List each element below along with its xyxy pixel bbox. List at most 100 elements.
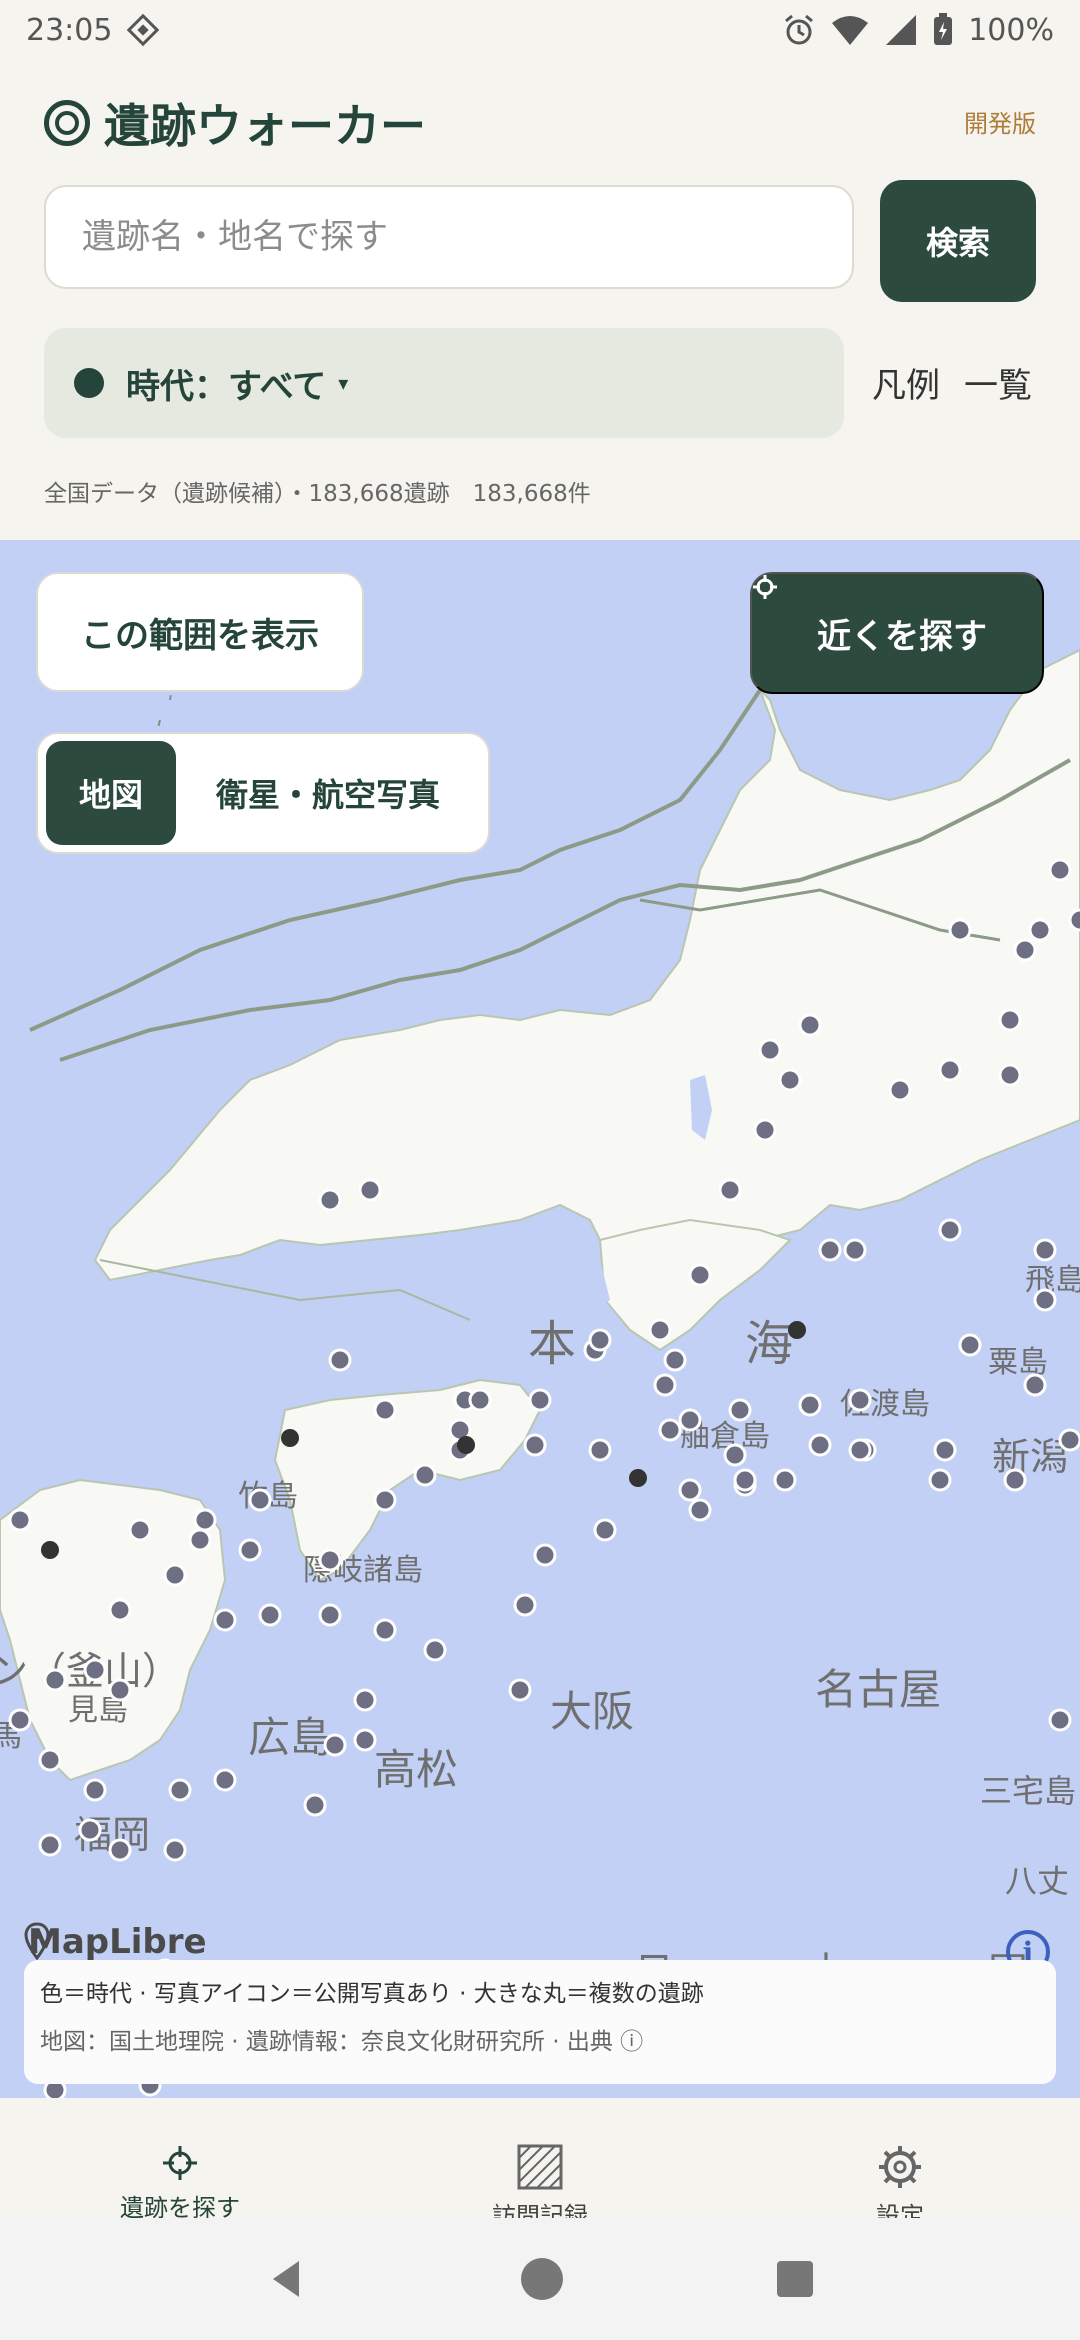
- site-marker[interactable]: [213, 1768, 237, 1792]
- site-marker[interactable]: [848, 1388, 872, 1412]
- site-marker[interactable]: [678, 1408, 702, 1432]
- site-marker[interactable]: [513, 1593, 537, 1617]
- site-marker[interactable]: [753, 1118, 777, 1142]
- site-marker[interactable]: [653, 1373, 677, 1397]
- site-marker[interactable]: [588, 1328, 612, 1352]
- home-icon[interactable]: [519, 2256, 565, 2302]
- site-marker[interactable]: [108, 1838, 132, 1862]
- site-marker[interactable]: [758, 1038, 782, 1062]
- nav-item-settings[interactable]: 設定: [720, 2098, 1080, 2230]
- search-button[interactable]: 検索: [880, 180, 1036, 302]
- site-marker[interactable]: [1048, 858, 1072, 882]
- site-marker[interactable]: [848, 1438, 872, 1462]
- list-link[interactable]: 一覧: [964, 358, 1032, 407]
- site-marker[interactable]: [303, 1793, 327, 1817]
- site-marker[interactable]: [998, 1063, 1022, 1087]
- site-marker[interactable]: [523, 1433, 547, 1457]
- site-marker[interactable]: [353, 1728, 377, 1752]
- nearby-button[interactable]: 近くを探す: [750, 572, 1044, 694]
- site-marker[interactable]: [1058, 1428, 1080, 1452]
- site-marker[interactable]: [358, 1178, 382, 1202]
- search-input[interactable]: [44, 185, 854, 289]
- site-marker[interactable]: [678, 1478, 702, 1502]
- site-marker[interactable]: [948, 918, 972, 942]
- site-marker[interactable]: [328, 1348, 352, 1372]
- site-marker[interactable]: [928, 1468, 952, 1492]
- site-marker[interactable]: [533, 1543, 557, 1567]
- site-marker[interactable]: [83, 1778, 107, 1802]
- site-marker[interactable]: [778, 1068, 802, 1092]
- site-marker[interactable]: [818, 1238, 842, 1262]
- site-marker[interactable]: [1028, 918, 1052, 942]
- site-marker[interactable]: [83, 1658, 107, 1682]
- site-marker[interactable]: [108, 1598, 132, 1622]
- site-marker[interactable]: [78, 1818, 102, 1842]
- site-marker[interactable]: [238, 1538, 262, 1562]
- site-marker[interactable]: [163, 1563, 187, 1587]
- site-marker[interactable]: [723, 1443, 747, 1467]
- era-filter-dropdown[interactable]: 時代：すべて ▾: [44, 328, 844, 438]
- site-marker[interactable]: [318, 1188, 342, 1212]
- site-marker[interactable]: [1033, 1288, 1057, 1312]
- site-marker[interactable]: [938, 1218, 962, 1242]
- site-marker[interactable]: [718, 1178, 742, 1202]
- layer-satellite-tab[interactable]: 衛星・航空写真: [176, 770, 480, 816]
- site-marker[interactable]: [38, 1833, 62, 1857]
- site-marker[interactable]: [373, 1618, 397, 1642]
- site-marker[interactable]: [318, 1548, 342, 1572]
- site-marker[interactable]: [688, 1498, 712, 1522]
- nav-item-visit-log[interactable]: 訪問記録: [360, 2098, 720, 2230]
- site-marker[interactable]: [38, 1748, 62, 1772]
- show-area-button[interactable]: この範囲を表示: [36, 572, 364, 692]
- site-marker[interactable]: [588, 1438, 612, 1462]
- site-marker[interactable]: [413, 1463, 437, 1487]
- site-marker[interactable]: [998, 1008, 1022, 1032]
- site-marker[interactable]: [193, 1508, 217, 1532]
- layer-map-tab[interactable]: 地図: [46, 741, 176, 845]
- site-marker[interactable]: [843, 1238, 867, 1262]
- site-marker[interactable]: [258, 1603, 282, 1627]
- site-marker[interactable]: [468, 1388, 492, 1412]
- site-marker[interactable]: [168, 1778, 192, 1802]
- site-marker[interactable]: [128, 1518, 152, 1542]
- site-marker[interactable]: [248, 1488, 272, 1512]
- recents-icon[interactable]: [775, 2259, 815, 2299]
- site-marker[interactable]: [888, 1078, 912, 1102]
- site-marker[interactable]: [213, 1608, 237, 1632]
- site-marker[interactable]: [508, 1678, 532, 1702]
- back-icon[interactable]: [265, 2257, 309, 2301]
- site-marker[interactable]: [1023, 1373, 1047, 1397]
- site-marker[interactable]: [658, 1418, 682, 1442]
- site-marker[interactable]: [108, 1678, 132, 1702]
- site-marker[interactable]: [318, 1603, 342, 1627]
- site-marker[interactable]: [8, 1708, 32, 1732]
- site-marker[interactable]: [528, 1388, 552, 1412]
- site-marker[interactable]: [958, 1333, 982, 1357]
- site-marker[interactable]: [798, 1393, 822, 1417]
- site-marker[interactable]: [733, 1468, 757, 1492]
- site-marker[interactable]: [663, 1348, 687, 1372]
- nav-item-search-sites[interactable]: 遺跡を探す: [0, 2098, 360, 2222]
- site-marker[interactable]: [1033, 1238, 1057, 1262]
- site-marker[interactable]: [773, 1468, 797, 1492]
- site-marker[interactable]: [1048, 1708, 1072, 1732]
- site-marker[interactable]: [323, 1733, 347, 1757]
- site-marker[interactable]: [1003, 1468, 1027, 1492]
- site-marker[interactable]: [648, 1318, 672, 1342]
- source-credits[interactable]: 地図：国土地理院 · 遺跡情報：奈良文化財研究所 · 出典 ⓘ: [40, 2022, 1040, 2056]
- site-marker[interactable]: [933, 1438, 957, 1462]
- site-marker[interactable]: [688, 1263, 712, 1287]
- site-marker[interactable]: [593, 1518, 617, 1542]
- site-marker[interactable]: [163, 1838, 187, 1862]
- site-marker[interactable]: [798, 1013, 822, 1037]
- site-marker[interactable]: [1068, 908, 1080, 932]
- site-marker[interactable]: [728, 1398, 752, 1422]
- site-marker[interactable]: [188, 1528, 212, 1552]
- site-marker[interactable]: [373, 1488, 397, 1512]
- site-marker[interactable]: [423, 1638, 447, 1662]
- site-marker[interactable]: [373, 1398, 397, 1422]
- site-marker[interactable]: [938, 1058, 962, 1082]
- site-marker[interactable]: [808, 1433, 832, 1457]
- site-marker[interactable]: [1013, 938, 1037, 962]
- site-marker[interactable]: [43, 1668, 67, 1692]
